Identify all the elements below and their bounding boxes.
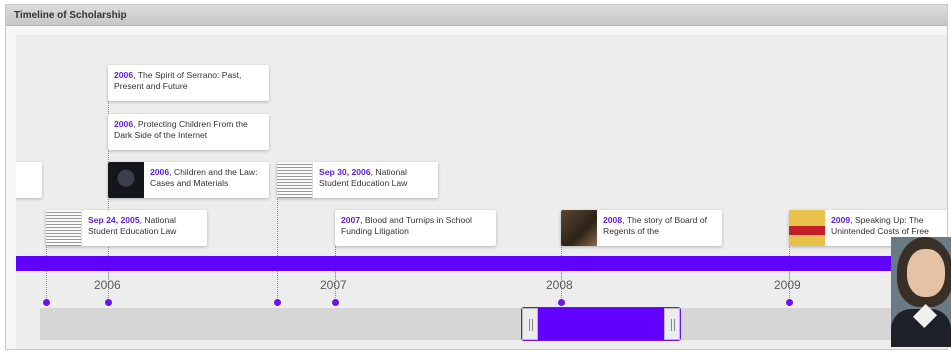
event-date: 2007 bbox=[341, 215, 361, 225]
event-card[interactable]: 2007, Blood and Turnips in School Fundin… bbox=[335, 210, 496, 246]
event-card[interactable]: 2008, The story of Board of Regents of t… bbox=[561, 210, 722, 246]
timeline-panel: Timeline of Scholarship 2006, The Spirit… bbox=[5, 4, 948, 350]
event-date: Sep 24, 2005 bbox=[88, 215, 140, 225]
panel-title: Timeline of Scholarship bbox=[14, 10, 127, 21]
event-marker[interactable] bbox=[558, 299, 565, 306]
document-thumbnail bbox=[277, 162, 313, 198]
year-label: 2008 bbox=[546, 278, 573, 292]
timeline-canvas[interactable]: 2006, The Spirit of Serrano: Past, Prese… bbox=[16, 35, 947, 349]
event-title: , The Spirit of Serrano: Past, Present a… bbox=[114, 70, 242, 91]
event-date: 2006 bbox=[114, 70, 134, 80]
event-date: 2009 bbox=[831, 215, 851, 225]
event-date: Sep 30, 2006 bbox=[319, 167, 371, 177]
event-date: 2006 bbox=[150, 167, 170, 177]
event-card[interactable]: Sep 30, 2006, National Student Education… bbox=[277, 162, 438, 198]
avatar-face bbox=[907, 249, 945, 297]
navigator-left-handle[interactable] bbox=[522, 308, 538, 340]
event-date: 2006 bbox=[114, 119, 134, 129]
year-label: 2006 bbox=[94, 278, 121, 292]
event-stem bbox=[46, 243, 47, 302]
photo-thumbnail bbox=[561, 210, 597, 246]
year-label: 2009 bbox=[774, 278, 801, 292]
document-thumbnail bbox=[46, 210, 82, 246]
event-marker[interactable] bbox=[105, 299, 112, 306]
event-marker[interactable] bbox=[786, 299, 793, 306]
book-cover-thumbnail bbox=[108, 162, 144, 198]
event-marker[interactable] bbox=[274, 299, 281, 306]
presenter-video-thumbnail bbox=[891, 237, 951, 347]
event-card[interactable]: 2006, Children and the Law: Cases and Ma… bbox=[108, 162, 269, 198]
event-card[interactable]: Sep 24, 2005, National Student Education… bbox=[46, 210, 207, 246]
era-bar bbox=[16, 256, 947, 271]
event-title: , Protecting Children From the Dark Side… bbox=[114, 119, 248, 140]
year-tick bbox=[789, 271, 790, 277]
event-card[interactable]: 2006, The Spirit of Serrano: Past, Prese… bbox=[108, 65, 269, 101]
timeline-navigator-window[interactable] bbox=[521, 307, 681, 341]
timeline-navigator-track[interactable] bbox=[40, 308, 947, 340]
navigator-right-handle[interactable] bbox=[664, 308, 680, 340]
event-title: , Blood and Turnips in School Funding Li… bbox=[341, 215, 472, 236]
year-label: 2007 bbox=[320, 278, 347, 292]
event-card[interactable]: 2006, Protecting Children From the Dark … bbox=[108, 114, 269, 150]
event-marker[interactable] bbox=[43, 299, 50, 306]
event-marker[interactable] bbox=[332, 299, 339, 306]
book-cover-thumbnail bbox=[789, 210, 825, 246]
year-tick bbox=[108, 271, 109, 277]
event-date: 2008 bbox=[603, 215, 623, 225]
event-stem bbox=[277, 195, 278, 302]
year-tick bbox=[561, 271, 562, 277]
year-tick bbox=[335, 271, 336, 277]
panel-header: Timeline of Scholarship bbox=[6, 5, 947, 26]
event-card-offscreen[interactable] bbox=[16, 162, 42, 198]
